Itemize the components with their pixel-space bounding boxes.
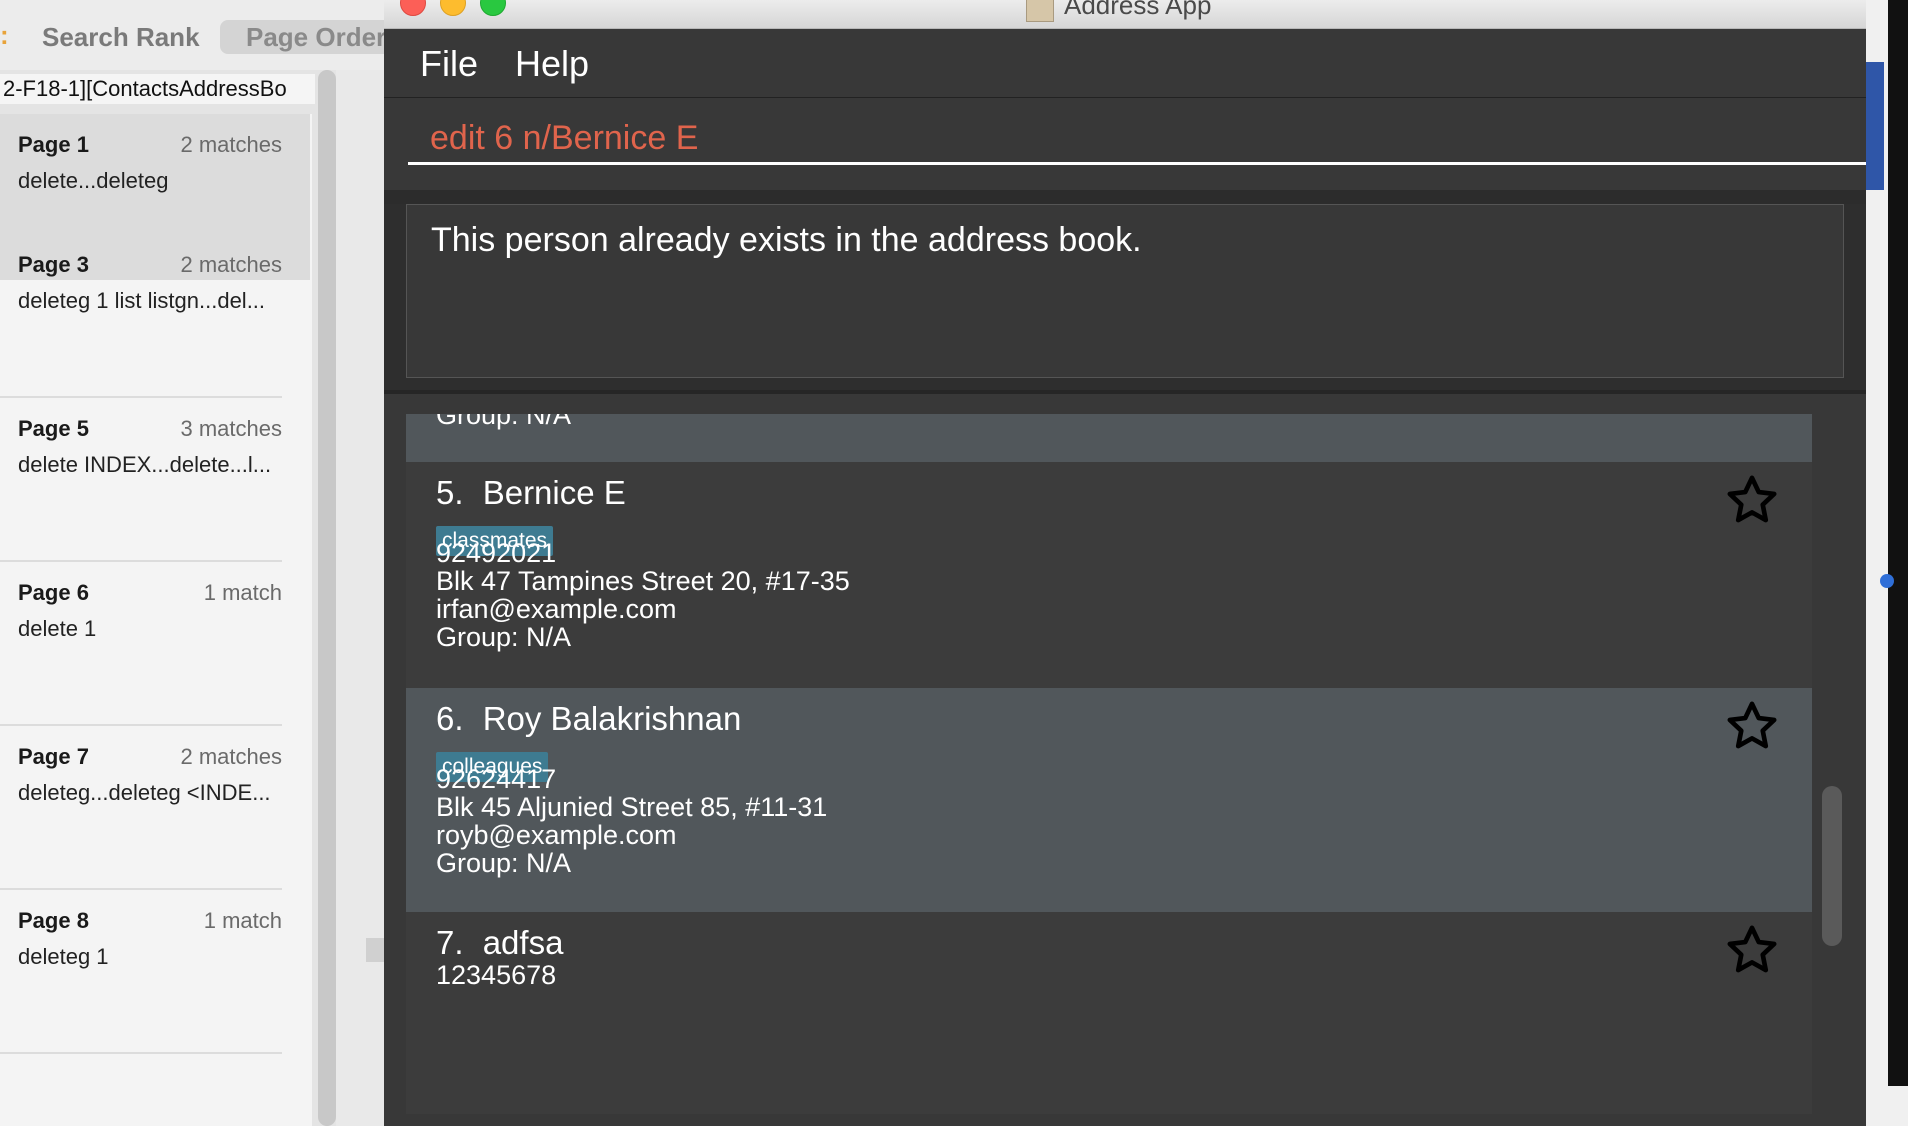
minimize-window-button[interactable] xyxy=(440,0,466,16)
result-message: This person already exists in the addres… xyxy=(431,221,1142,259)
result-snippet: delete...deleteg xyxy=(18,168,169,193)
result-matches: 2 matches xyxy=(180,744,283,769)
result-matches: 1 match xyxy=(203,580,282,605)
person-address: Blk 47 Tampines Street 20, #17-35 xyxy=(436,566,850,596)
person-card-6[interactable]: 6. Roy Balakrishnan colleagues 92624417 … xyxy=(406,688,1812,912)
menu-bar: File Help xyxy=(384,29,1866,98)
search-result-page-6[interactable]: Page 6 1 match delete 1 xyxy=(0,562,282,726)
command-box xyxy=(384,98,1866,190)
command-input[interactable] xyxy=(408,114,1866,165)
star-outline-icon[interactable] xyxy=(1724,698,1780,754)
result-page: Page 7 xyxy=(18,744,89,769)
close-window-button[interactable] xyxy=(400,0,426,16)
address-app-window: Address App File Help This person alread… xyxy=(384,0,1866,1126)
results-scrollbar[interactable] xyxy=(318,70,336,1126)
result-page: Page 1 xyxy=(18,132,89,157)
person-email: royb@example.com xyxy=(436,820,677,850)
result-page: Page 5 xyxy=(18,416,89,441)
person-email: irfan@example.com xyxy=(436,594,677,624)
result-matches: 1 match xyxy=(203,908,282,933)
person-heading: 5. Bernice E xyxy=(436,474,626,512)
star-outline-icon[interactable] xyxy=(1724,922,1780,978)
person-phone: 12345678 xyxy=(436,960,557,990)
person-index: 5. xyxy=(436,474,464,511)
person-phone: 92492021 xyxy=(436,538,557,568)
person-list-panel: Group: N/A 5. Bernice E classmates 92492… xyxy=(384,394,1866,1126)
document-name: 2-F18-1][ContactsAddressBo xyxy=(0,74,315,104)
result-display: This person already exists in the addres… xyxy=(406,204,1844,378)
person-heading: 6. Roy Balakrishnan xyxy=(436,700,741,738)
star-outline-icon[interactable] xyxy=(1724,472,1780,528)
result-matches: 3 matches xyxy=(180,416,283,441)
result-page: Page 3 xyxy=(18,252,89,277)
menu-help[interactable]: Help xyxy=(515,43,589,85)
result-page: Page 8 xyxy=(18,908,89,933)
person-card-5[interactable]: 5. Bernice E classmates 92492021 Blk 47 … xyxy=(406,462,1812,688)
background-highlight xyxy=(1866,62,1884,190)
person-name: Roy Balakrishnan xyxy=(482,700,742,737)
search-result-page-3[interactable]: Page 3 2 matches deleteg 1 list listgn..… xyxy=(0,234,282,398)
person-group: Group: N/A xyxy=(436,848,572,878)
person-phone: 92624417 xyxy=(436,764,557,794)
background-window-edge xyxy=(1866,0,1908,1126)
pane-divider[interactable] xyxy=(384,190,1866,204)
person-heading: 7. adfsa xyxy=(436,924,563,962)
menu-file[interactable]: File xyxy=(420,43,478,85)
gutter-mark xyxy=(366,938,384,962)
tab-search-rank[interactable]: Search Rank xyxy=(42,20,200,54)
result-page: Page 6 xyxy=(18,580,89,605)
person-list-scrollbar[interactable] xyxy=(1822,786,1842,946)
person-card-7[interactable]: 7. adfsa 12345678 xyxy=(406,912,1812,1114)
person-list: Group: N/A 5. Bernice E classmates 92492… xyxy=(406,414,1812,1114)
person-card-partial[interactable]: Group: N/A xyxy=(406,414,1812,462)
pdf-search-sidebar: : Search Rank Page Order 2-F18-1][Contac… xyxy=(0,0,416,1126)
background-indicator-dot xyxy=(1880,574,1894,588)
person-address: Blk 45 Aljunied Street 85, #11-31 xyxy=(436,792,828,822)
result-matches: 2 matches xyxy=(180,252,283,277)
person-group: Group: N/A xyxy=(436,622,572,652)
search-result-page-8[interactable]: Page 8 1 match deleteg 1 xyxy=(0,890,282,1054)
result-matches: 2 matches xyxy=(180,132,283,157)
window-title: Address App xyxy=(1064,0,1212,20)
person-index: 7. xyxy=(436,924,464,961)
search-results-list: Page 1 2 matches delete...deleteg Page 3… xyxy=(0,114,312,1126)
person-name: Bernice E xyxy=(482,474,626,511)
person-group: Group: N/A xyxy=(436,414,572,430)
background-dark-bar xyxy=(1888,0,1908,1086)
result-snippet: deleteg 1 xyxy=(18,944,109,969)
zoom-window-button[interactable] xyxy=(480,0,506,16)
result-snippet: delete 1 xyxy=(18,616,97,641)
result-snippet: deleteg...deleteg <INDE... xyxy=(18,780,271,805)
result-snippet: delete INDEX...delete...l... xyxy=(18,452,272,477)
panel-gutter xyxy=(336,70,384,1126)
result-snippet: deleteg 1 list listgn...del... xyxy=(18,288,266,313)
tab-marker: : xyxy=(0,20,9,50)
search-result-page-5[interactable]: Page 5 3 matches delete INDEX...delete..… xyxy=(0,398,282,562)
search-tabs: : Search Rank Page Order xyxy=(0,0,416,70)
app-icon xyxy=(1026,0,1054,22)
person-index: 6. xyxy=(436,700,464,737)
person-name: adfsa xyxy=(482,924,564,961)
search-result-page-7[interactable]: Page 7 2 matches deleteg...deleteg <INDE… xyxy=(0,726,282,890)
person-list-scrollbar-track xyxy=(1822,414,1852,1114)
window-titlebar[interactable]: Address App xyxy=(384,0,1866,29)
